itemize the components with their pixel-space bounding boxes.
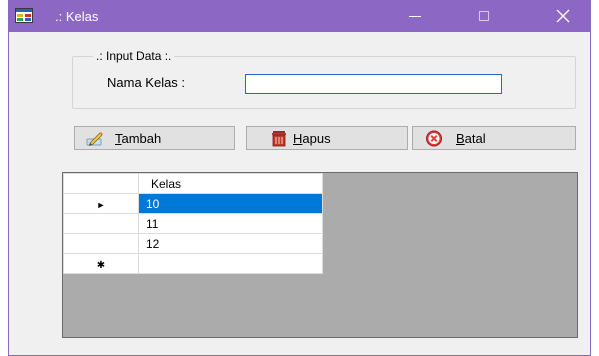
tambah-label: Tambah	[115, 131, 162, 146]
form-app-icon	[15, 8, 33, 23]
row-header[interactable]: ✱	[63, 253, 139, 274]
kelas-datagrid[interactable]: Kelas ► 10 11 12 ✱	[62, 172, 578, 338]
current-row-indicator-icon: ►	[96, 199, 106, 210]
kelas-cell[interactable]: 12	[138, 233, 323, 254]
kelas-window: .: Kelas .: Input Data :. Nama Kelas : T…	[8, 0, 591, 356]
maximize-button[interactable]	[463, 0, 509, 32]
table-row[interactable]: ► 10	[63, 193, 323, 214]
close-icon	[556, 9, 570, 23]
table-row[interactable]: 12	[63, 233, 323, 254]
kelas-cell[interactable]: 10	[138, 193, 323, 214]
maximize-icon	[479, 11, 489, 21]
trash-icon	[272, 131, 286, 147]
table-row[interactable]: 11	[63, 213, 323, 234]
pencil-icon	[86, 132, 103, 146]
input-data-groupbox: .: Input Data :. Nama Kelas :	[72, 49, 576, 109]
new-row[interactable]: ✱	[63, 253, 323, 274]
new-row-cell[interactable]	[138, 253, 323, 274]
minimize-button[interactable]	[394, 0, 440, 32]
minimize-icon	[409, 16, 421, 17]
nama-kelas-input[interactable]	[245, 74, 502, 94]
window-title: .: Kelas	[55, 9, 99, 24]
groupbox-legend: .: Input Data :.	[93, 49, 175, 63]
row-header[interactable]	[63, 213, 139, 234]
cancel-icon	[426, 130, 442, 147]
new-row-asterisk-icon: ✱	[96, 259, 106, 271]
kelas-column-header[interactable]: Kelas	[138, 173, 323, 194]
nama-kelas-label: Nama Kelas :	[107, 75, 186, 90]
hapus-label: Hapus	[293, 131, 331, 146]
kelas-table: Kelas ► 10 11 12 ✱	[63, 173, 323, 274]
hapus-button[interactable]: Hapus	[246, 126, 408, 150]
title-bar[interactable]: .: Kelas	[9, 0, 590, 32]
kelas-cell[interactable]: 11	[138, 213, 323, 234]
close-button[interactable]	[542, 0, 588, 32]
header-row: Kelas	[63, 173, 323, 194]
tambah-button[interactable]: Tambah	[74, 126, 235, 150]
row-header[interactable]	[63, 233, 139, 254]
row-header[interactable]: ►	[63, 193, 139, 214]
batal-button[interactable]: Batal	[412, 126, 576, 150]
corner-header-cell[interactable]	[63, 173, 139, 194]
batal-label: Batal	[456, 131, 486, 146]
